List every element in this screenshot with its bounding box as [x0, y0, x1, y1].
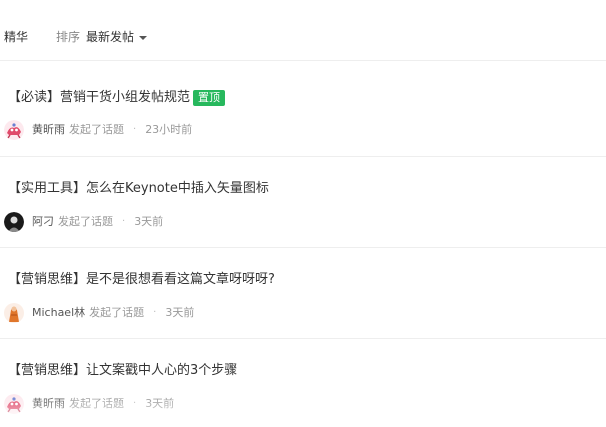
- meta-separator: ·: [133, 398, 137, 409]
- photo-avatar-icon[interactable]: [4, 212, 24, 232]
- meta-separator: ·: [133, 124, 137, 135]
- post-title[interactable]: 【营销思维】是不是很想看看这篇文章呀呀呀?: [8, 271, 275, 289]
- post-meta: 阿刁 发起了话题 · 3天前: [4, 212, 163, 232]
- post-item: 【实用工具】怎么在Keynote中插入矢量图标 阿刁 发起了话题 · 3天前: [0, 157, 606, 248]
- post-meta: 黄昕雨 发起了话题 · 23小时前: [4, 120, 192, 140]
- post-action-text: 发起了话题: [89, 306, 145, 319]
- caret-down-icon[interactable]: [139, 36, 148, 40]
- post-item: 【营销思维】让文案戳中人心的3个步骤 黄昕雨 发起了话题 · 3天前: [0, 339, 606, 427]
- post-meta: Michael林 发起了话题 · 3天前: [4, 303, 194, 323]
- post-item: 【必读】营销干货小组发帖规范 置顶 黄昕雨 发起了话题 · 23小时前: [0, 61, 606, 157]
- post-time: 3天前: [145, 397, 175, 410]
- post-action-text: 发起了话题: [69, 397, 124, 410]
- post-title-row[interactable]: 【实用工具】怎么在Keynote中插入矢量图标: [8, 180, 269, 198]
- tab-featured[interactable]: 精华: [4, 29, 28, 45]
- pinned-badge: 置顶: [193, 90, 226, 106]
- meta-separator: ·: [153, 307, 157, 318]
- sort-value[interactable]: 最新发帖: [86, 29, 134, 45]
- post-action-text: 发起了话题: [69, 123, 124, 136]
- author-name[interactable]: 黄昕雨: [32, 122, 65, 138]
- post-title-row[interactable]: 【营销思维】是不是很想看看这篇文章呀呀呀?: [8, 271, 275, 289]
- sort-label: 排序: [56, 30, 81, 44]
- cartoon-avatar-icon[interactable]: [4, 394, 24, 414]
- sort-dropdown[interactable]: 排序 最新发帖: [56, 29, 148, 45]
- cartoon-avatar-icon[interactable]: [4, 120, 24, 140]
- meta-separator: ·: [122, 216, 126, 227]
- post-title-row[interactable]: 【营销思维】让文案戳中人心的3个步骤: [8, 362, 237, 380]
- author-name[interactable]: 阿刁: [32, 214, 54, 230]
- post-title[interactable]: 【必读】营销干货小组发帖规范: [8, 89, 190, 107]
- author-name[interactable]: 黄昕雨: [32, 396, 65, 412]
- filter-bar: 精华 排序 最新发帖: [0, 0, 606, 61]
- post-time: 3天前: [134, 215, 164, 228]
- post-time: 23小时前: [145, 123, 193, 136]
- post-action-text: 发起了话题: [58, 215, 113, 228]
- post-title[interactable]: 【实用工具】怎么在Keynote中插入矢量图标: [8, 180, 269, 198]
- post-title[interactable]: 【营销思维】让文案戳中人心的3个步骤: [8, 362, 237, 380]
- author-name[interactable]: Michael林: [32, 305, 85, 321]
- figure-avatar-icon[interactable]: [4, 303, 24, 323]
- post-item: 【营销思维】是不是很想看看这篇文章呀呀呀? Michael林 发起了话题 · 3…: [0, 248, 606, 339]
- post-meta: 黄昕雨 发起了话题 · 3天前: [4, 394, 174, 414]
- post-time: 3天前: [165, 306, 195, 319]
- post-title-row[interactable]: 【必读】营销干货小组发帖规范 置顶: [8, 89, 226, 107]
